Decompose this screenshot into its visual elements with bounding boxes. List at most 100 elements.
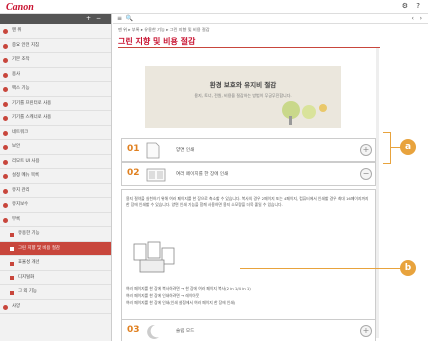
sidebar-item[interactable]: 중요 안전 지침 [0,39,111,53]
sidebar-item-label: 중요 안전 지침 [12,42,40,48]
collapse-all-icon[interactable]: − [96,15,101,22]
bullet-icon [3,174,8,179]
link-print[interactable]: 여러 페이지를 한 장에 인쇄(인쇄 설정에서 여러 페이지 한 장에 인쇄) [126,300,235,306]
sidebar-item[interactable]: 그 외 기능 [0,285,111,300]
bullet-icon [10,290,14,295]
bullet-icon [10,247,14,251]
top-bar: Canon ⚙ ? [0,0,428,14]
help-icon[interactable]: ? [416,2,420,10]
sidebar-item[interactable]: 용사 [0,68,111,82]
bullet-icon [3,159,8,165]
sidebar-item-label: 부록 [12,216,21,222]
sidebar: + − 맨 위중요 안전 지침기본 조작용사팩스 기능기기를 프린터로 사용기기… [0,14,112,341]
sidebar-item-label: 용사 [12,71,21,77]
sidebar-item[interactable]: 부록 [0,213,111,227]
sidebar-item[interactable]: 리모트 UI 사용 [0,155,111,169]
expanded-section: 용지 절약을 실천하기 위해 여러 페이지를 한 장으로 축소할 수 있습니다.… [121,189,376,329]
card-duplex[interactable]: 01 양면 인쇄 + [121,138,376,162]
sidebar-item[interactable]: 맨 위 [0,24,111,39]
card-number: 01 [127,144,140,154]
sidebar-item[interactable]: 기본 조작 [0,53,111,68]
nup-illustration [133,241,175,273]
expand-plus-icon[interactable]: + [360,144,372,156]
sidebar-item[interactable]: 팩스 기능 [0,82,111,97]
sidebar-item[interactable]: 기기를 스캐너로 사용 [0,111,111,126]
sidebar-item[interactable]: 보안 [0,140,111,155]
card-label: 여러 페이지를 한 장에 인쇄 [176,172,229,177]
page-title: 그린 지향 및 비용 절감 [118,37,196,46]
sidebar-item-label: 리모트 UI 사용 [12,158,40,164]
sidebar-item-label: 팩스 기능 [12,86,30,91]
title-divider [118,47,380,48]
page-nav-icons[interactable]: ‹ › [411,15,422,22]
bullet-icon [10,261,14,266]
bullet-icon [3,72,8,78]
bullet-icon [3,130,8,136]
link-copy[interactable]: 여러 페이지를 한 장에 복사하려면 → 한 장에 여러 페이지 복사(2 in… [126,286,251,292]
sidebar-item-label: 기기를 스캐너로 사용 [12,115,52,120]
sidebar-item-label: 그 외 기능 [18,289,37,294]
sidebar-item[interactable]: 유용한 기능 [0,227,111,242]
bullet-icon [3,101,8,107]
sidebar-item-label: 보안 [12,144,21,149]
expand-all-icon[interactable]: + [86,15,91,22]
sidebar-item[interactable]: 유지보수 [0,198,111,213]
sidebar-item-label: 기본 조작 [12,57,30,62]
scrollbar[interactable] [376,48,379,338]
sidebar-item-label: 유용한 기능 [18,231,40,236]
card-nup[interactable]: 02 여러 페이지를 한 장에 인쇄 − [121,162,376,186]
sidebar-item-label: 맨 위 [12,28,22,33]
sidebar-item[interactable]: 설정 메뉴 목록 [0,169,111,184]
card-sleep[interactable]: 03 슬립 모드 + [121,319,376,341]
sidebar-item-label: 사양 [12,303,21,309]
bullet-icon [3,203,8,208]
sidebar-list: 맨 위중요 안전 지침기본 조작용사팩스 기능기기를 프린터로 사용기기를 스캐… [0,24,111,314]
link-layout[interactable]: 여러 페이지를 한 장에 인쇄하려면 → 레이아웃 [126,293,199,299]
sidebar-item[interactable]: 네트워크 [0,126,111,140]
callout-a: a [400,139,416,155]
bullet-icon [3,58,8,63]
sidebar-item-label: 디지털화 [18,274,35,280]
sidebar-item-label: 유지보수 [12,202,29,207]
sidebar-item[interactable]: 효율성 개선 [0,256,111,271]
card-number: 03 [127,325,140,335]
card-number: 02 [127,168,140,178]
sidebar-item[interactable]: 사양 [0,300,111,314]
sidebar-item-label: 설정 메뉴 목록 [12,173,40,178]
content-toolbar: ≡ 🔍 ‹ › [113,14,428,24]
sidebar-item[interactable]: 유지 관리 [0,184,111,198]
sidebar-item[interactable]: 디지털화 [0,271,111,285]
sidebar-toolbar: + − [0,14,111,24]
main-content: ≡ 🔍 ‹ › 맨 위 ▸ 부록 ▸ 유용한 기능 ▸ 그린 지향 및 비용 절… [113,14,428,341]
sidebar-item[interactable]: 기기를 프린터로 사용 [0,97,111,111]
bullet-icon [3,145,8,150]
bullet-icon [10,276,14,280]
eco-illustration [282,101,327,125]
callout-bracket [383,132,391,164]
bullet-icon [3,116,8,121]
sidebar-item-label: 그린 지향 및 비용 절감 [18,245,60,251]
moon-icon [147,324,159,339]
bullet-icon [3,29,8,34]
card-label: 슬립 모드 [176,329,195,334]
toc-search-icons[interactable]: ≡ 🔍 [117,15,133,22]
sidebar-item-label: 기기를 프린터로 사용 [12,100,52,106]
section-paragraph: 용지 절약을 실천하기 위해 여러 페이지를 한 장으로 축소할 수 있습니다.… [126,196,369,207]
bullet-icon [3,217,8,223]
callout-b: b [400,260,416,276]
sidebar-item-label: 효율성 개선 [18,260,40,265]
bullet-icon [3,43,8,49]
collapse-minus-icon[interactable]: − [360,168,372,180]
canon-logo: Canon [6,2,34,13]
card-label: 양면 인쇄 [176,148,195,153]
breadcrumb[interactable]: 맨 위 ▸ 부록 ▸ 유용한 기능 ▸ 그린 지향 및 비용 절감 [118,27,210,33]
bullet-icon [10,232,14,237]
sidebar-item[interactable]: 그린 지향 및 비용 절감 [0,241,111,256]
intro-banner: 환경 보호와 유지비 절감 용지, 토너, 전원, 비용을 절감하는 방법이 무… [145,66,341,128]
gear-icon[interactable]: ⚙ [402,2,408,10]
callout-line [240,268,402,269]
pages-icon [146,168,166,182]
banner-title: 환경 보호와 유지비 절감 [209,81,277,89]
expand-plus-icon[interactable]: + [360,325,372,337]
sidebar-item-label: 유지 관리 [12,187,30,193]
